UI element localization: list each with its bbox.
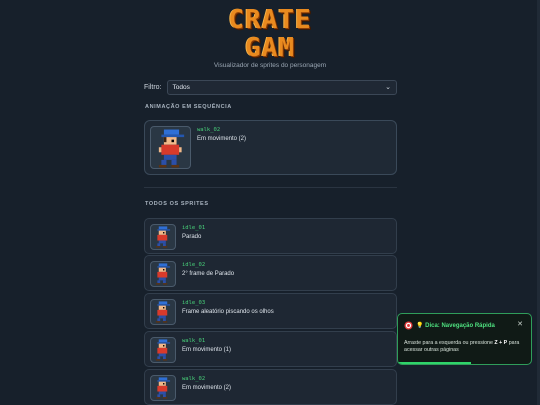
- animation-section-title: ANIMAÇÃO EM SEQUÊNCIA: [145, 104, 232, 110]
- toast-body-text: Arraste para a esquerda ou pressione: [404, 340, 495, 346]
- chevron-down-icon: ⌄: [385, 84, 391, 91]
- sprite-thumbnail: [150, 224, 176, 250]
- target-icon: [404, 321, 413, 330]
- sprite-code: idle_03: [182, 300, 206, 306]
- animation-preview-card: walk_02 Em movimento (2): [144, 120, 397, 175]
- toast-body: Arraste para a esquerda ou pressione Z +…: [404, 340, 529, 354]
- close-icon[interactable]: ✕: [517, 320, 523, 328]
- sprite-card[interactable]: idle_02 2° frame de Parado: [144, 255, 397, 291]
- sprite-code: idle_02: [182, 262, 206, 268]
- filter-label: Filtro:: [144, 83, 162, 91]
- toast-title: 💡 Dica: Navegação Rápida: [416, 323, 495, 329]
- logo-line-2: GAM: [245, 33, 295, 63]
- sprite-desc: 2° frame de Parado: [182, 271, 235, 277]
- animation-sprite-code: walk_02: [197, 127, 221, 133]
- sprite-code: walk_01: [182, 338, 206, 344]
- sprite-desc: Em movimento (2): [182, 385, 232, 391]
- animation-sprite-image: [150, 126, 191, 169]
- character-sprite-icon: [158, 129, 185, 168]
- sprite-thumbnail: [150, 299, 176, 325]
- filter-select[interactable]: Todos ⌄: [166, 79, 397, 95]
- sprite-desc: Frame aleatório piscando os olhos: [182, 309, 274, 315]
- filter-row: Filtro: Todos ⌄: [144, 79, 397, 95]
- sprite-card[interactable]: idle_01 Parado: [144, 218, 397, 254]
- sprite-card[interactable]: idle_03 Frame aleatório piscando os olho…: [144, 293, 397, 329]
- sprite-thumbnail: [150, 261, 176, 287]
- filter-selected-value: Todos: [172, 83, 190, 91]
- sprite-card[interactable]: walk_02 Em movimento (2): [144, 369, 397, 405]
- sprite-desc: Parado: [182, 234, 202, 240]
- toast-header: 💡 Dica: Navegação Rápida: [404, 321, 495, 330]
- all-sprites-section-title: TODOS OS SPRITES: [145, 201, 209, 207]
- sprite-card[interactable]: walk_01 Em movimento (1): [144, 331, 397, 367]
- tip-toast: 💡 Dica: Navegação Rápida ✕ Arraste para …: [397, 313, 532, 365]
- sprite-desc: Em movimento (1): [182, 347, 232, 353]
- toast-progress-bar: [398, 362, 472, 364]
- page-subtitle: Visualizador de sprites do personagem: [213, 62, 327, 69]
- app-logo: CRATE GAM: [0, 6, 540, 62]
- sprite-code: walk_02: [182, 376, 206, 382]
- section-divider: [144, 187, 397, 188]
- toast-keys: Z + P: [494, 340, 508, 346]
- sprite-code: idle_01: [182, 225, 206, 231]
- sprite-thumbnail: [150, 375, 176, 401]
- animation-sprite-desc: Em movimento (2): [197, 136, 247, 142]
- logo-line-1: CRATE: [228, 5, 312, 35]
- sprite-thumbnail: [150, 337, 176, 363]
